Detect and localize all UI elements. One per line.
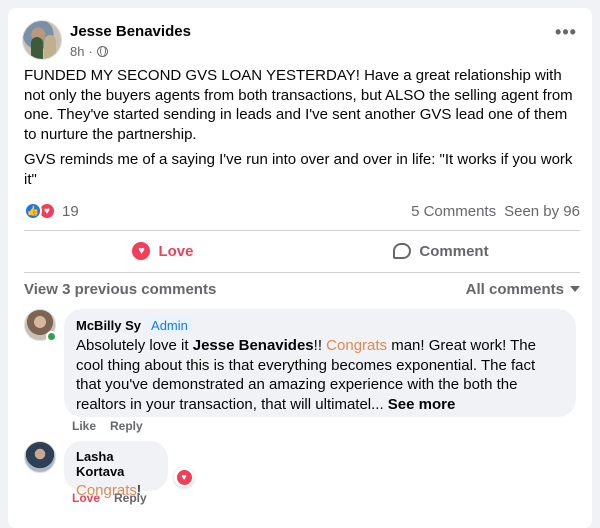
post-body: FUNDED MY SECOND GVS LOAN YESTERDAY! Hav… <box>24 66 580 195</box>
comment-text-prefix: Absolutely love it <box>76 337 193 354</box>
divider <box>24 230 580 231</box>
globe-icon <box>96 45 108 57</box>
post-header: Jesse Benavides 8h · <box>22 18 191 62</box>
comment-text-mid: !! <box>313 337 327 354</box>
caret-down-icon <box>570 286 580 292</box>
comment-button[interactable]: Comment <box>302 235 580 267</box>
reaction-count[interactable]: 19 <box>62 203 79 220</box>
post-paragraph-1: FUNDED MY SECOND GVS LOAN YESTERDAY! Hav… <box>24 67 573 143</box>
post-paragraph-2: GVS reminds me of a saying I've run into… <box>24 151 573 188</box>
view-previous-comments[interactable]: View 3 previous comments <box>24 281 216 298</box>
divider <box>24 272 580 273</box>
comment-bubble: McBilly Sy Admin Absolutely love it Jess… <box>64 309 576 417</box>
comment-actions: Like Reply <box>72 419 143 433</box>
love-label: Love <box>158 242 194 260</box>
comment-author-line: McBilly Sy Admin <box>76 317 564 334</box>
meta-separator: · <box>88 43 93 59</box>
comment-author[interactable]: McBilly Sy <box>76 318 141 333</box>
author-avatar[interactable] <box>22 20 62 60</box>
post-actions: ♥ Love Comment <box>24 235 580 267</box>
comment-filter-label: All comments <box>465 280 564 298</box>
post-card: Jesse Benavides 8h · ••• FUNDED MY SECON… <box>8 8 592 528</box>
comment-bubble-icon <box>393 243 412 259</box>
more-options-button[interactable]: ••• <box>554 23 578 46</box>
online-status-dot <box>46 331 57 342</box>
see-more-link[interactable]: See more <box>388 396 456 413</box>
comment-actions: Love Reply <box>72 491 147 505</box>
comment-reaction[interactable]: ♥ <box>174 467 194 487</box>
comment-filter-dropdown[interactable]: All comments <box>466 281 580 298</box>
post-stats: 5 Comments Seen by 96 <box>411 203 580 220</box>
reaction-icons[interactable]: 👍 ♥ <box>24 202 56 220</box>
mention-link[interactable]: Jesse Benavides <box>193 337 314 354</box>
author-block: Jesse Benavides 8h · <box>70 22 191 59</box>
comment-bubble: Lasha Kortava Congrats! ♥ <box>64 441 194 499</box>
reactions-row: 👍 ♥ 19 5 Comments Seen by 96 <box>24 201 580 221</box>
like-comment-button[interactable]: Like <box>72 419 96 433</box>
seen-by[interactable]: Seen by 96 <box>504 203 580 220</box>
like-icon: 👍 <box>24 202 42 220</box>
comment-author-line: Lasha Kortava <box>76 449 156 479</box>
heart-icon: ♥ <box>132 242 151 260</box>
love-button[interactable]: ♥ Love <box>24 235 302 267</box>
reply-comment-button[interactable]: Reply <box>110 419 143 433</box>
comment-text: Absolutely love it Jesse Benavides!! Con… <box>76 336 564 414</box>
comment: Lasha Kortava Congrats! ♥ <box>24 441 194 499</box>
heart-icon: ♥ <box>176 469 192 485</box>
love-comment-button[interactable]: Love <box>72 491 100 505</box>
author-name[interactable]: Jesse Benavides <box>70 22 191 42</box>
reply-comment-button[interactable]: Reply <box>114 491 147 505</box>
commenter-avatar[interactable] <box>24 441 56 473</box>
post-meta: 8h · <box>70 44 191 59</box>
commenter-avatar[interactable] <box>24 309 57 342</box>
admin-badge: Admin <box>147 317 192 334</box>
post-time[interactable]: 8h <box>70 44 84 59</box>
comments-header: View 3 previous comments All comments <box>24 279 580 299</box>
comment-label: Comment <box>419 242 489 260</box>
comment-author[interactable]: Lasha Kortava <box>76 449 156 479</box>
comments-count[interactable]: 5 Comments <box>411 203 496 220</box>
comment: McBilly Sy Admin Absolutely love it Jess… <box>24 309 584 417</box>
congrats-highlight: Congrats <box>326 337 388 354</box>
